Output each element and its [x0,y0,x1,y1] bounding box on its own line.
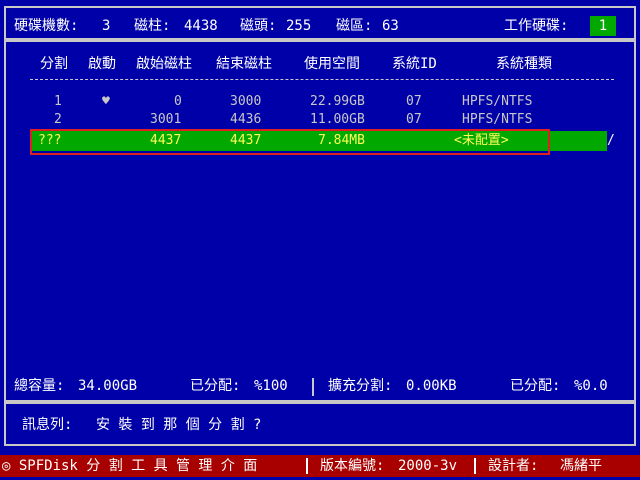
allocated-value: %100 [254,378,288,394]
row-partition: 2 [54,112,62,127]
ext-allocated-label: 已分配: [510,378,561,394]
col-end-cylinder: 結束磁柱 [216,56,272,72]
status-footer: ◎ SPFDisk 分 割 工 具 管 理 介 面 版本編號: 2000-3v … [0,455,640,477]
designer-value: 馮緒平 [560,458,602,474]
col-used-space: 使用空間 [304,56,360,72]
message-label: 訊息列: [22,417,73,433]
footer-separator [474,458,476,474]
row-system-id: 07 [406,94,422,109]
col-system-type: 系統種類 [496,56,552,72]
work-disk-label: 工作硬碟: [504,18,569,34]
extended-value: 0.00KB [406,378,457,394]
annotation-outline [30,129,550,155]
col-system-id: 系統ID [392,56,437,72]
heads-value: 255 [286,18,312,34]
col-start-cylinder: 啟始磁柱 [136,56,192,72]
row-size: 22.99GB [310,94,365,109]
extended-label: 擴充分割: [328,378,393,394]
sectors-value: 63 [382,18,399,34]
row-system-type: HPFS/NTFS [462,112,533,127]
row-partition: 1 [54,94,62,109]
row-end: 3000 [230,94,262,109]
row-start: 0 [174,94,182,109]
designer-label: 設計者: [488,458,539,474]
disk-count-value: 3 [102,18,111,34]
app-name: ◎ SPFDisk 分 割 工 具 管 理 介 面 [2,458,258,474]
header-divider [30,79,614,80]
cylinders-value: 4438 [184,18,218,34]
ext-allocated-value: %0.0 [574,378,608,394]
row-system-id: 07 [406,112,422,127]
col-boot: 啟動 [88,56,116,72]
boot-heart-icon: ♥ [102,94,110,109]
total-capacity-value: 34.00GB [78,378,138,394]
version-label: 版本編號: [320,458,385,474]
allocated-label: 已分配: [190,378,241,394]
heads-label: 磁頭: [240,18,277,34]
row-end: 4436 [230,112,262,127]
version-value: 2000-3v [398,458,458,474]
row-start: 3001 [150,112,182,127]
message-text: 安 裝 到 那 個 分 割 ? [96,417,262,433]
summary-separator [312,378,314,396]
disk-count-label: 硬碟機數: [14,18,79,34]
footer-separator [306,458,308,474]
cursor-mark-icon: / [607,133,615,148]
col-partition: 分割 [40,56,68,72]
row-size: 11.00GB [310,112,365,127]
work-disk-selector[interactable]: 1 [590,16,616,36]
total-capacity-label: 總容量: [14,378,65,394]
sectors-label: 磁區: [336,18,373,34]
row-system-type: HPFS/NTFS [462,94,533,109]
cylinders-label: 磁柱: [134,18,171,34]
